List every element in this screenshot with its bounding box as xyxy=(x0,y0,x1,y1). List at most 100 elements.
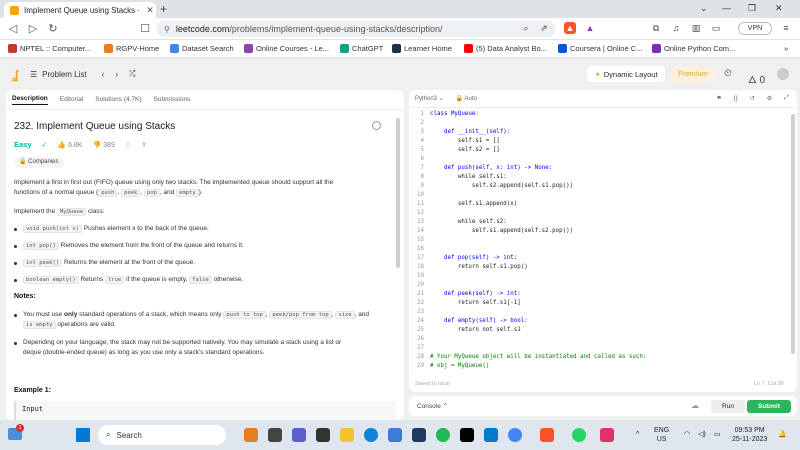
code-line[interactable]: 11 self.s1.append(x) xyxy=(409,200,797,209)
bookmark-page-icon[interactable]: ☐ xyxy=(138,22,152,35)
reset-icon[interactable]: ↺ xyxy=(750,95,755,102)
code-line[interactable]: 12 xyxy=(409,209,797,218)
code-area[interactable]: 1 class MyQueue: 2 3 def __init__(self): 4 s… xyxy=(409,110,797,371)
code-line[interactable]: 28 # Your MyQueue object will be instanti… xyxy=(409,353,797,362)
menu-icon[interactable]: ≡ xyxy=(780,22,792,34)
reload-icon[interactable]: ↻ xyxy=(46,22,60,35)
code-line[interactable]: 7 def push(self, x: int) -> None: xyxy=(409,164,797,173)
battery-icon[interactable]: ▭ xyxy=(714,430,721,439)
code-line[interactable]: 22 return self.s1[-1] xyxy=(409,299,797,308)
file-explorer-icon[interactable] xyxy=(340,428,354,442)
wallet-icon[interactable]: ▭ xyxy=(710,22,722,34)
code-line[interactable]: 17 def pop(self) -> int: xyxy=(409,254,797,263)
copilot-icon[interactable] xyxy=(244,428,258,442)
braces-icon[interactable]: {} xyxy=(734,96,738,102)
bookmark-item[interactable]: NPTEL :: Computer... xyxy=(8,44,91,53)
minimize-icon[interactable]: — xyxy=(722,3,731,13)
app-icon[interactable] xyxy=(316,428,330,442)
back-icon[interactable]: ◁ xyxy=(6,22,20,35)
code-line[interactable]: 1 class MyQueue: xyxy=(409,110,797,119)
code-line[interactable]: 18 return self.s1.pop() xyxy=(409,263,797,272)
description-scrollbar[interactable] xyxy=(396,118,400,268)
start-menu-icon[interactable] xyxy=(76,428,90,442)
code-line[interactable]: 8 while self.s1: xyxy=(409,173,797,182)
bookmark-item[interactable]: Coursera | Online C... xyxy=(558,44,642,53)
volume-icon[interactable]: ◁) xyxy=(698,430,706,439)
task-view-icon[interactable] xyxy=(268,428,282,442)
companies-tag[interactable]: 🔒 Companies xyxy=(14,157,64,168)
code-line[interactable]: 10 xyxy=(409,191,797,200)
code-line[interactable]: 19 xyxy=(409,272,797,281)
site-info-icon[interactable]: ⚲ xyxy=(164,25,170,34)
bookmark-item[interactable]: RGPV-Home xyxy=(104,44,159,53)
media-icon[interactable]: ♫ xyxy=(670,22,682,34)
expand-icon[interactable]: ⤢ xyxy=(784,95,789,102)
share-icon[interactable]: ⇗ xyxy=(538,22,550,34)
code-line[interactable]: 14 self.s1.append(self.s2.pop()) xyxy=(409,227,797,236)
edge-icon[interactable] xyxy=(364,428,378,442)
code-line[interactable]: 3 def __init__(self): xyxy=(409,128,797,137)
tab-editorial[interactable]: Editorial xyxy=(60,96,83,103)
tab-submissions[interactable]: Submissions xyxy=(154,96,191,103)
tab-description[interactable]: Description xyxy=(12,95,48,105)
sidebar-icon[interactable]: ▥ xyxy=(690,22,702,34)
teams-icon[interactable] xyxy=(292,428,306,442)
code-line[interactable]: 4 self.s1 = [] xyxy=(409,137,797,146)
spotify-icon[interactable] xyxy=(436,428,450,442)
notifications-icon[interactable]: 🔔 xyxy=(778,430,787,439)
browser-tab[interactable]: Implement Queue using Stacks - ✕ xyxy=(4,2,156,18)
code-line[interactable]: 5 self.s2 = [] xyxy=(409,146,797,155)
streak-counter[interactable]: 🜂 0 xyxy=(748,68,765,89)
bookmark-item[interactable]: Dataset Search xyxy=(170,44,234,53)
brave-shield-icon[interactable]: ▲ xyxy=(564,22,576,34)
prev-problem-icon[interactable]: ‹ xyxy=(102,70,105,79)
chrome-icon[interactable] xyxy=(508,428,522,442)
store-icon[interactable] xyxy=(388,428,402,442)
timer-icon[interactable]: ⏲ xyxy=(724,68,732,79)
pycharm-icon[interactable] xyxy=(460,428,474,442)
code-line[interactable]: 27 xyxy=(409,344,797,353)
shuffle-icon[interactable]: ⤮ xyxy=(129,69,135,79)
cloud-icon[interactable]: ☁ xyxy=(691,401,699,410)
clock[interactable]: 09:53 PM 25-11-2023 xyxy=(732,426,767,444)
extensions-icon[interactable]: ⧉ xyxy=(650,22,662,34)
code-line[interactable]: 13 while self.s2: xyxy=(409,218,797,227)
next-problem-icon[interactable]: › xyxy=(115,70,118,79)
language-select[interactable]: Python3 ⌄ xyxy=(415,95,444,102)
maximize-icon[interactable]: ❐ xyxy=(748,3,756,14)
run-button[interactable]: Run xyxy=(711,400,745,413)
taskbar-search[interactable]: ⌕ Search xyxy=(98,425,226,445)
code-line[interactable]: 21 def peek(self) -> int: xyxy=(409,290,797,299)
code-line[interactable]: 23 xyxy=(409,308,797,317)
bookmark-item[interactable]: Online Python Com... xyxy=(652,44,735,53)
vpn-button[interactable]: VPN xyxy=(738,22,772,35)
new-tab-icon[interactable]: + xyxy=(160,2,167,16)
bookmark-item[interactable]: Online Courses - Le... xyxy=(244,44,329,53)
code-line[interactable]: 9 self.s2.append(self.s1.pop()) xyxy=(409,182,797,191)
code-line[interactable]: 15 xyxy=(409,236,797,245)
submit-button[interactable]: Submit xyxy=(747,400,791,413)
code-line[interactable]: 6 xyxy=(409,155,797,164)
code-line[interactable]: 26 xyxy=(409,335,797,344)
bookmark-item[interactable]: ChatGPT xyxy=(340,44,383,53)
close-tab-icon[interactable]: ✕ xyxy=(144,5,156,16)
code-line[interactable]: 20 xyxy=(409,281,797,290)
like-button[interactable]: 👍 6.8K xyxy=(57,141,82,149)
more-bookmarks-icon[interactable]: » xyxy=(784,44,788,53)
wifi-icon[interactable]: ◠ xyxy=(684,430,690,439)
problem-list-nav[interactable]: ☰ Problem List ‹ › ⤮ xyxy=(30,69,135,79)
brave-icon[interactable] xyxy=(540,428,554,442)
bookmark-item[interactable]: (5) Data Analyst Bo... xyxy=(464,44,547,53)
url-field[interactable]: ⚲ leetcode.com/problems/implement-queue-… xyxy=(156,21,556,37)
tab-solutions[interactable]: Solutions (4.7K) xyxy=(95,96,141,103)
tab-search-icon[interactable]: ⌄ xyxy=(700,3,708,14)
premium-button[interactable]: Premium xyxy=(672,66,714,82)
dislike-button[interactable]: 👎 389 xyxy=(92,141,114,149)
close-window-icon[interactable]: ✕ xyxy=(775,3,783,14)
code-line[interactable]: 24 def empty(self) -> bool: xyxy=(409,317,797,326)
settings-icon[interactable]: ⚙ xyxy=(767,95,772,102)
bookmark-code-icon[interactable]: ⚑ xyxy=(716,95,721,102)
zoom-icon[interactable]: ⌕ xyxy=(520,22,532,34)
code-line[interactable]: 16 xyxy=(409,245,797,254)
code-line[interactable]: 29 # obj = MyQueue() xyxy=(409,362,797,371)
